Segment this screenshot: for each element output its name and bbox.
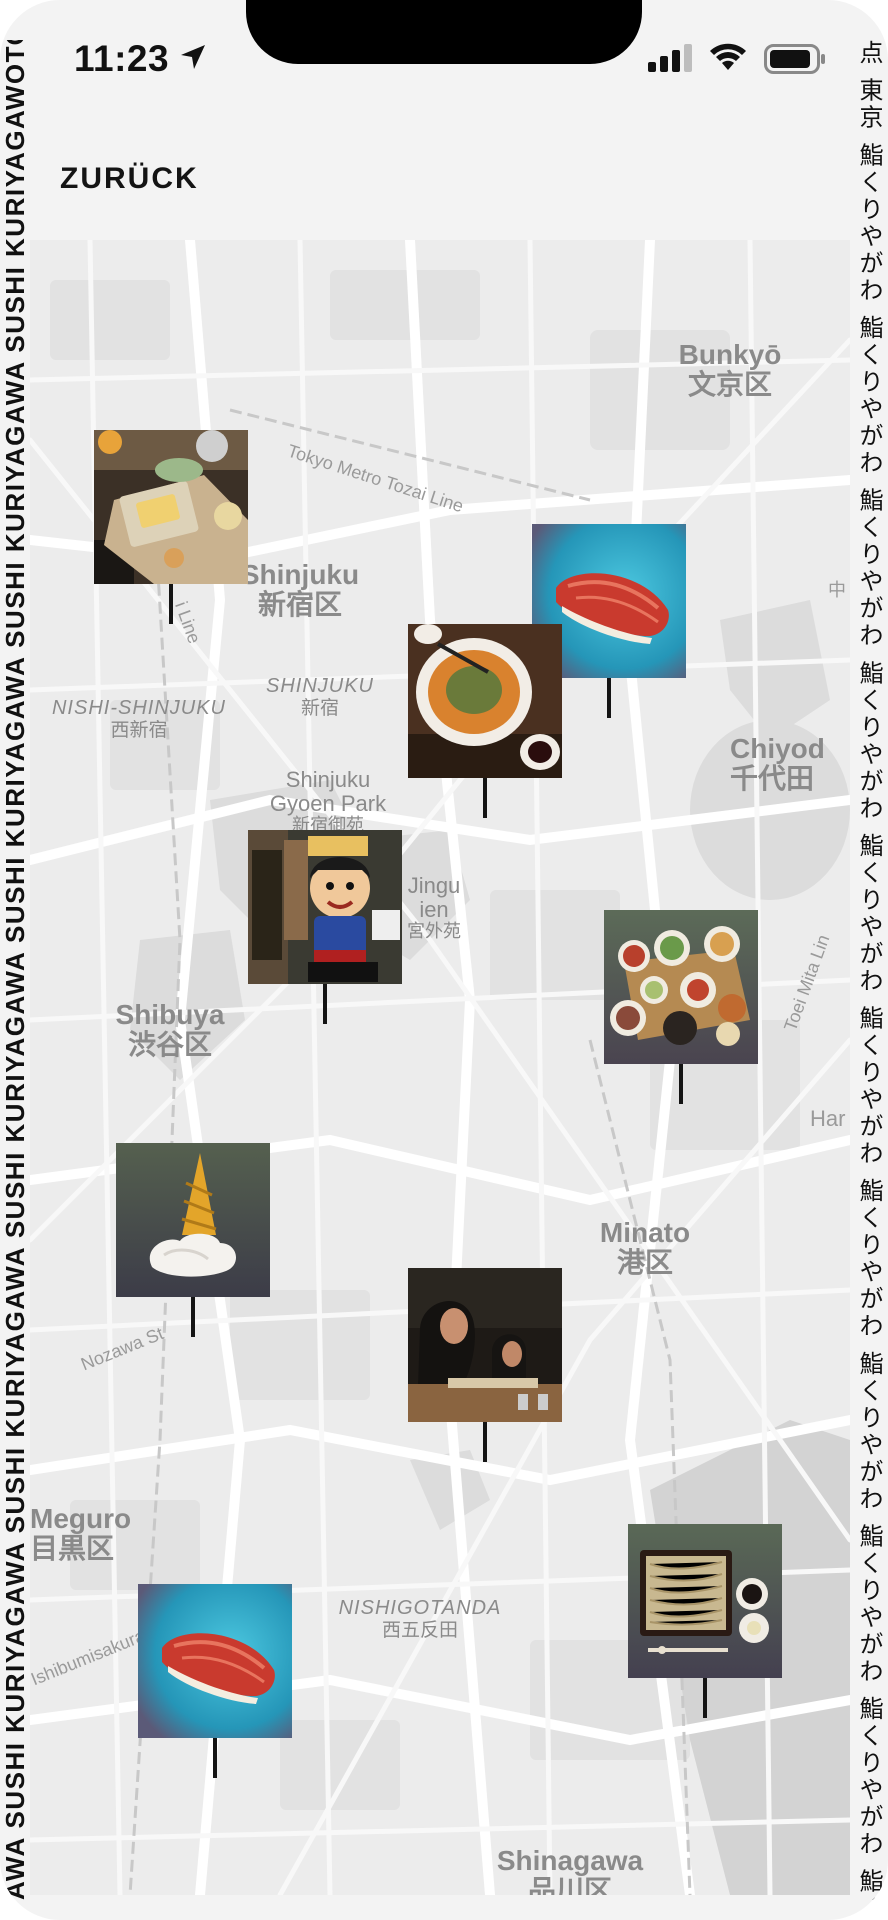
district-label: Shinjuku 新宿区 — [240, 559, 360, 622]
marker-pin-pole — [483, 1422, 487, 1462]
district-label: Shinjuku Gyoen Park 新宿御苑 — [269, 767, 387, 836]
marker-pin-pole — [703, 1678, 707, 1718]
photo-restaurant-entrance[interactable] — [248, 830, 402, 984]
street-label: Har — [810, 1106, 846, 1131]
marquee-right-text: 点 東京 鮨くりやがわ 鮨くりやがわ 鮨くりやがわ 鮨くりやがわ 鮨くりやがわ … — [855, 40, 883, 1900]
food-photo-ramen[interactable] — [408, 624, 562, 778]
marker-pin-pole — [607, 678, 611, 718]
restaurant-map[interactable]: Bunkyō 文京区 Shinjuku 新宿区 SHINJUKU 新宿 NISHI-S… — [30, 240, 850, 1895]
marker-pin-pole — [191, 1297, 195, 1337]
phone-screen: 11:23 ZURÜCK Bunkyō 文京区 Shinjuku 新宿区 SHI… — [0, 0, 888, 1920]
back-button[interactable]: ZURÜCK — [60, 162, 199, 196]
food-photo-soba[interactable] — [628, 1524, 782, 1678]
district-label: NISHI-SHINJUKU 西新宿 — [51, 697, 226, 741]
restaurant-marker[interactable] — [248, 830, 402, 1024]
restaurant-marker[interactable] — [138, 1584, 292, 1778]
district-label: Bunkyō 文京区 — [678, 339, 782, 402]
photo-diners-counter[interactable] — [408, 1268, 562, 1422]
restaurant-marker[interactable] — [94, 430, 248, 624]
restaurant-marker[interactable] — [116, 1143, 270, 1337]
wifi-icon — [710, 43, 746, 70]
marquee-right: 点 東京 鮨くりやがわ 鮨くりやがわ 鮨くりやがわ 鮨くりやがわ 鮨くりやがわ … — [850, 40, 888, 1900]
food-photo-tamagoyaki[interactable] — [94, 430, 248, 584]
marker-pin-pole — [483, 778, 487, 818]
food-photo-bento[interactable] — [604, 910, 758, 1064]
location-arrow-icon — [181, 45, 205, 69]
marker-pin-pole — [323, 984, 327, 1024]
district-label: Shibuya 渋谷区 — [115, 999, 225, 1062]
marquee-left-text: AWA SUSHI KURIYAGAWA SUSHI KURIYAGAWA SU… — [0, 40, 30, 1900]
district-label: Minato 港区 — [599, 1217, 691, 1280]
district-label: SHINJUKU 新宿 — [265, 675, 374, 719]
street-label: 中 — [828, 580, 846, 600]
district-label: Jingu ien 宮外苑 — [407, 873, 461, 942]
district-label: Meguro 目黒区 — [30, 1503, 132, 1566]
marker-pin-pole — [169, 584, 173, 624]
dessert-photo-soft-serve[interactable] — [116, 1143, 270, 1297]
district-label: NISHIGOTANDA 西五反田 — [338, 1597, 502, 1641]
restaurant-marker[interactable] — [408, 1268, 562, 1462]
restaurant-marker[interactable] — [628, 1524, 782, 1718]
header-bar: ZURÜCK — [30, 100, 850, 240]
restaurant-marker[interactable] — [604, 910, 758, 1104]
marker-pin-pole — [213, 1738, 217, 1778]
district-label: Chiyod 千代田 — [730, 733, 825, 796]
battery-icon — [764, 44, 825, 74]
district-label: Shinagawa 品川区 — [496, 1845, 644, 1895]
food-photo-tuna-nigiri[interactable] — [138, 1584, 292, 1738]
cellular-signal-icon — [648, 44, 692, 72]
status-time: 11:23 — [74, 38, 170, 79]
marquee-left: AWA SUSHI KURIYAGAWA SUSHI KURIYAGAWA SU… — [0, 40, 30, 1900]
camera-notch — [246, 0, 642, 64]
marker-pin-pole — [679, 1064, 683, 1104]
restaurant-marker[interactable] — [408, 624, 562, 818]
